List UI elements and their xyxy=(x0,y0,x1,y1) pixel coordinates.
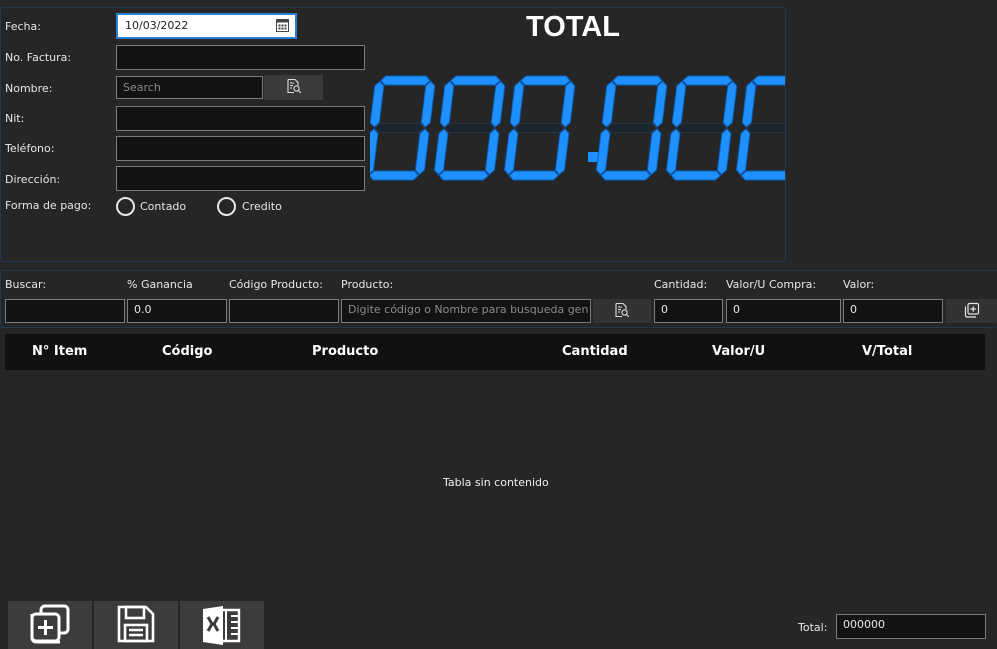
lcd-digit xyxy=(433,75,506,181)
total-lcd-display xyxy=(370,75,785,181)
contado-radio-label[interactable]: Contado xyxy=(140,200,186,213)
total-title: TOTAL xyxy=(526,11,620,43)
nombre-label: Nombre: xyxy=(5,82,53,95)
column-header-valor-total[interactable]: V/Total xyxy=(862,344,912,359)
factura-input[interactable] xyxy=(116,45,365,70)
ganancia-label: % Ganancia xyxy=(127,278,193,291)
fecha-date-picker[interactable]: 10/03/2022 xyxy=(116,13,297,39)
save-icon xyxy=(116,604,156,647)
add-copy-icon xyxy=(964,302,980,321)
search-doc-icon xyxy=(614,302,630,321)
column-header-item[interactable]: N° Item xyxy=(32,344,87,359)
telefono-label: Teléfono: xyxy=(5,142,55,155)
cantidad-label: Cantidad: xyxy=(654,278,708,291)
lcd-digit xyxy=(370,75,436,181)
footer-total-field: 000000 xyxy=(836,614,986,639)
telefono-input[interactable] xyxy=(116,136,365,161)
nit-label: Nit: xyxy=(5,112,25,125)
credito-radio[interactable] xyxy=(217,197,236,216)
direccion-label: Dirección: xyxy=(5,173,61,186)
factura-label: No. Factura: xyxy=(5,51,72,64)
contado-radio[interactable] xyxy=(116,197,135,216)
nit-input[interactable] xyxy=(116,106,365,131)
fecha-value: 10/03/2022 xyxy=(125,19,189,32)
codigo-producto-input[interactable] xyxy=(229,299,339,323)
lcd-decimal-point xyxy=(588,152,598,162)
excel-icon xyxy=(201,603,243,648)
valor-compra-input[interactable]: 0 xyxy=(726,299,841,323)
lcd-digit xyxy=(503,75,576,181)
column-header-producto[interactable]: Producto xyxy=(312,344,378,359)
calendar-icon[interactable] xyxy=(276,18,289,37)
buscar-label: Buscar: xyxy=(5,278,47,291)
direccion-input[interactable] xyxy=(116,166,365,191)
ganancia-input[interactable]: 0.0 xyxy=(127,299,227,323)
add-copy-icon xyxy=(29,603,71,648)
search-doc-icon xyxy=(286,78,302,97)
add-product-button[interactable] xyxy=(946,299,997,323)
codigo-producto-label: Código Producto: xyxy=(229,278,323,291)
table-header: N° Item Código Producto Cantidad Valor/U… xyxy=(5,334,985,370)
valor-label: Valor: xyxy=(843,278,875,291)
save-button[interactable] xyxy=(94,601,178,649)
lcd-digit xyxy=(735,75,785,181)
cantidad-input[interactable]: 0 xyxy=(654,299,723,323)
lcd-digit xyxy=(665,75,738,181)
nombre-search-input[interactable]: Search xyxy=(116,76,263,99)
fecha-label: Fecha: xyxy=(5,20,41,33)
valor-input[interactable]: 0 xyxy=(843,299,943,323)
footer-total-label: Total: xyxy=(798,621,828,634)
producto-search-input[interactable]: Digite código o Nombre para busqueda gen xyxy=(341,299,591,323)
producto-label: Producto: xyxy=(341,278,394,291)
column-header-cantidad[interactable]: Cantidad xyxy=(562,344,628,359)
table-empty-message: Tabla sin contenido xyxy=(443,476,549,489)
column-header-codigo[interactable]: Código xyxy=(162,344,212,359)
lcd-digit xyxy=(595,75,668,181)
export-excel-button[interactable] xyxy=(180,601,264,649)
nombre-search-button[interactable] xyxy=(264,75,323,100)
credito-radio-label[interactable]: Credito xyxy=(242,200,282,213)
forma-pago-label: Forma de pago: xyxy=(5,199,92,212)
valor-compra-label: Valor/U Compra: xyxy=(726,278,817,291)
column-header-valor-unitario[interactable]: Valor/U xyxy=(712,344,765,359)
producto-search-button[interactable] xyxy=(593,299,651,323)
new-invoice-button[interactable] xyxy=(8,601,92,649)
buscar-input[interactable] xyxy=(5,299,125,323)
